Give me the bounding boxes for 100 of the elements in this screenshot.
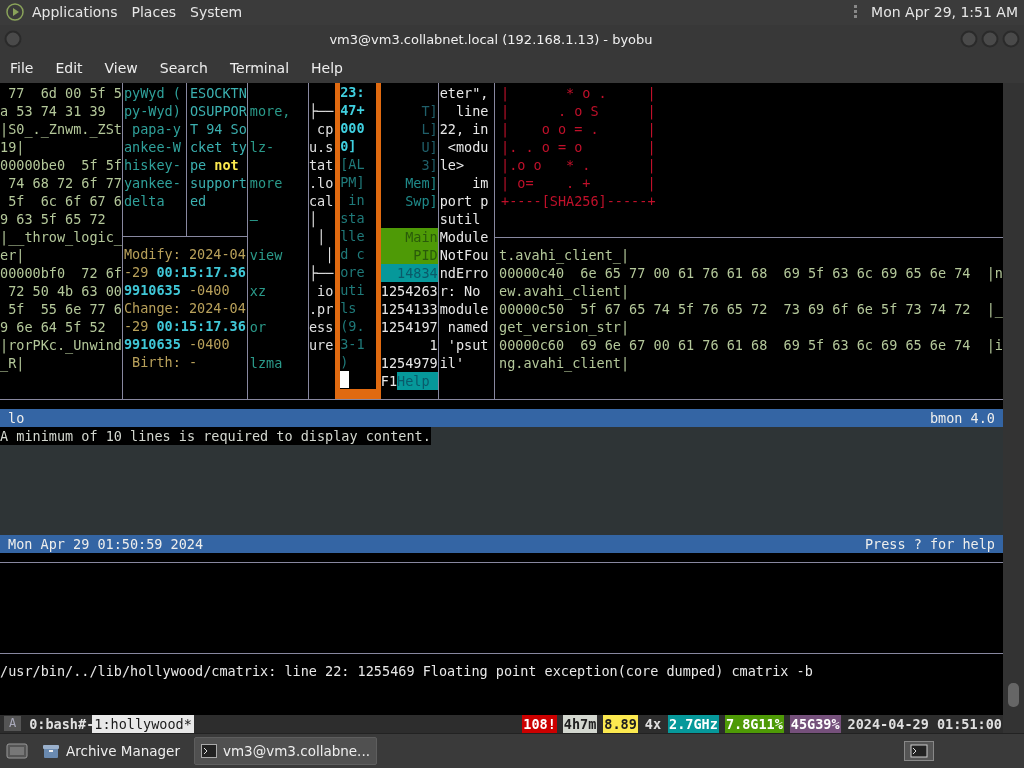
menu-item[interactable]: Edit — [55, 60, 95, 77]
window-menu-icon[interactable] — [4, 30, 22, 49]
taskbar-button[interactable]: vm3@vm3.collabne... — [194, 736, 377, 765]
matrix-line: uti — [340, 280, 366, 299]
status-text: 4x — [643, 714, 663, 733]
hexdump-line: t.avahi_client_| — [499, 245, 631, 264]
traceback-line: 'psut — [446, 335, 490, 354]
text-line: T 94 So — [189, 119, 247, 138]
traceback-line: NotFou — [439, 245, 490, 264]
status-segment: 108! — [522, 714, 557, 733]
htop-line: Mem] — [404, 173, 438, 192]
hexdump-line: ng.avahi_client| — [499, 353, 631, 372]
version-label: bmon 4.0 — [929, 408, 995, 427]
matrix-line: (9. — [340, 316, 366, 335]
tree-line: │ — [308, 209, 319, 228]
htop-line: 1254979 — [380, 353, 438, 372]
terminal-icon[interactable] — [904, 740, 934, 761]
traceback-line: eter", — [439, 83, 490, 102]
hexdump-line: 00000c60 69 6e 67 00 61 76 61 68 69 5f 63 6c 69 65 6e 74 |i — [499, 336, 1003, 354]
matrix-line: in — [347, 190, 366, 209]
taskbar-button[interactable]: Archive Manager — [36, 737, 186, 764]
panel-menu[interactable]: System — [190, 4, 243, 21]
menu-item[interactable]: File — [10, 60, 46, 77]
stat-line: Birth: - — [131, 352, 199, 371]
text-line: xz — [249, 281, 268, 301]
menu-item[interactable]: Terminal — [229, 60, 302, 77]
stat-line: 9910635 -0400 — [123, 334, 231, 353]
app-menu-icon[interactable] — [6, 3, 24, 22]
htop-line: L] — [420, 119, 438, 138]
matrix-line: 3-1 — [340, 334, 366, 353]
text-line: ankee-W — [123, 137, 182, 156]
menu-item[interactable]: View — [104, 60, 150, 77]
hexdump-line: |S0_._Znwm._ZSt — [0, 119, 122, 138]
matrix-line: PM] — [340, 172, 366, 191]
menu-item[interactable]: Help — [311, 60, 355, 77]
text-line: OSUPPOR — [189, 101, 247, 120]
text-line: lz- — [249, 137, 276, 157]
window-tab[interactable]: 1:hollywood* — [92, 714, 194, 733]
htop-line: 1254263 — [380, 281, 438, 300]
hexdump-line: 77 6d 00 5f 5 — [7, 83, 122, 102]
hexdump-line: 00000c50 5f 67 65 74 5f 76 65 72 73 69 6f 6e 5f 73 74 72 |_ — [499, 300, 1003, 318]
hexdump-line: _R| — [0, 354, 26, 372]
scrollbar-thumb[interactable] — [1008, 682, 1019, 707]
tree-line: ├── — [308, 263, 335, 282]
tree-line: tat — [308, 155, 335, 174]
stat-line: Change: 2024-04 — [123, 298, 247, 317]
htop-line: Swp] — [404, 191, 438, 210]
panel-menu[interactable]: Places — [131, 4, 177, 21]
traceback-line: 22, in — [439, 119, 490, 138]
stat-line: -29 00:15:17.36 — [123, 316, 247, 335]
matrix-line: ore — [340, 262, 366, 281]
hexdump-line: 5f 6c 6f 67 6 — [7, 191, 122, 210]
minimize-icon[interactable] — [960, 30, 978, 49]
scrollbar[interactable] — [1003, 82, 1024, 733]
randomart-line: |. . o = o | — [501, 138, 657, 156]
text-line: more — [249, 173, 284, 193]
traceback-line: il' — [439, 353, 466, 372]
text-cursor — [340, 370, 350, 388]
matrix-line: 23: — [340, 82, 366, 101]
status-segment: 45G39% — [789, 714, 841, 733]
traceback-line: le> — [439, 155, 466, 174]
window-title: vm3@vm3.collabnet.local (192.168.1.13) - byobu — [328, 31, 654, 47]
text-line: more, — [249, 101, 292, 121]
matrix-line: sta — [340, 208, 366, 227]
text-line: pyWyd ( — [123, 83, 182, 102]
matrix-line: 000 — [340, 118, 366, 137]
tree-line: cal — [308, 191, 335, 210]
show-desktop-icon[interactable] — [6, 741, 28, 760]
matrix-line: lle — [340, 226, 366, 245]
htop-line: 3] — [420, 155, 438, 174]
hexdump-line: 74 68 72 6f 77 — [7, 173, 122, 192]
matrix-line: ) — [340, 352, 350, 371]
traceback-line: r: No — [439, 281, 482, 300]
traceback-line: module — [439, 299, 490, 318]
panel-menu[interactable]: Applications — [32, 4, 118, 21]
htop-line: 1 — [428, 335, 438, 354]
matrix-line: [AL — [340, 154, 366, 173]
hexdump-line: a 53 74 31 39 — [0, 101, 107, 120]
htop-line: 1254197 — [380, 317, 438, 336]
matrix-line: 47+ — [340, 100, 366, 119]
clock[interactable]: Mon Apr 29, 1:51 AM — [871, 4, 1018, 21]
tree-line: │ — [316, 227, 327, 246]
maximize-icon[interactable] — [981, 30, 999, 49]
text-line: delta — [123, 191, 166, 210]
status-segment: 7.8G11% — [724, 714, 784, 733]
terminal-icon — [201, 743, 217, 758]
hexdump-line: get_version_str| — [499, 317, 631, 336]
help-hint: Press ? for help — [864, 534, 995, 553]
session-label: A — [4, 716, 22, 732]
close-icon[interactable] — [1002, 30, 1020, 49]
traceback-line: ndErro — [439, 263, 490, 282]
tree-line: ure — [308, 335, 335, 354]
hexdump-line: 9 63 5f 65 72 — [0, 209, 107, 228]
hexdump-line: 9 6e 64 5f 52 — [0, 317, 107, 336]
menu-item[interactable]: Search — [159, 60, 220, 77]
tree-line: ess — [308, 317, 335, 336]
matrix-line: d c — [340, 244, 366, 263]
text-line: pe not — [189, 155, 240, 174]
randomart-line: | * o . | — [501, 83, 657, 102]
hexdump-line: 00000be0 5f 5f — [0, 156, 122, 174]
